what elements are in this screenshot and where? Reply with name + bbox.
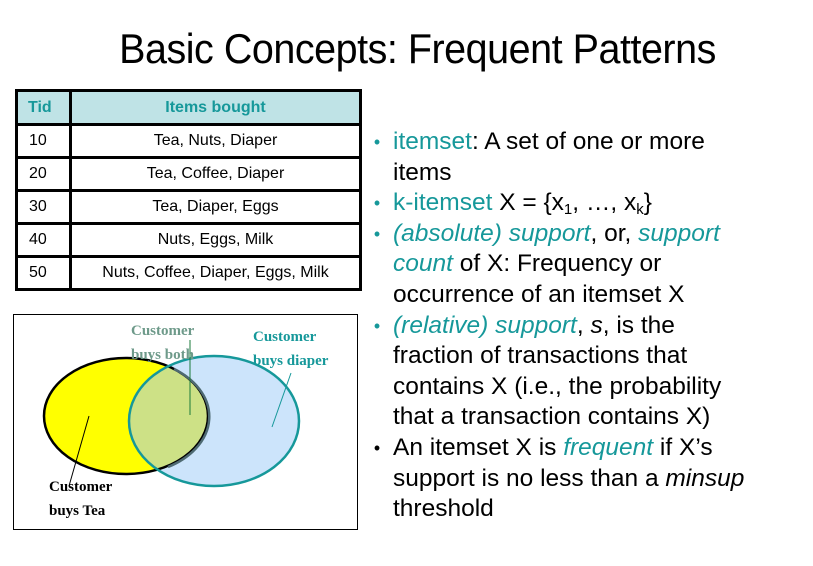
label-customer-buys-tea: Customer buys Tea [49,479,113,519]
bullet-itemset: • itemset: A set of one or more items [367,127,807,188]
cell-tid: 40 [15,222,72,258]
bullet-dot-icon: • [373,315,381,336]
venn-diagram: Customer buys both Customer buys diaper … [13,314,358,530]
cell-tid: 10 [15,123,72,159]
table-row: 30 Tea, Diaper, Eggs [15,189,362,225]
cell-items: Tea, Nuts, Diaper [69,123,362,159]
header-tid: Tid [15,89,72,126]
bullet-dot-icon: • [373,437,381,458]
header-items-bought: Items bought [69,89,362,126]
cell-items: Tea, Coffee, Diaper [69,156,362,192]
bullet-dot-icon: • [373,193,381,214]
cell-tid: 50 [15,255,72,291]
slide-title: Basic Concepts: Frequent Patterns [119,25,716,72]
label-customer-buys-diaper: Customer buys diaper [253,329,329,369]
table-row: 40 Nuts, Eggs, Milk [15,222,362,258]
table-row: 50 Nuts, Coffee, Diaper, Eggs, Milk [15,255,362,291]
bullet-relative-support: • (relative) support, s, is the fraction… [367,311,807,433]
bullet-frequent-itemset: • An itemset X is frequent if X’s suppor… [367,433,807,525]
table-header-row: Tid Items bought [15,89,362,126]
bullet-absolute-support: • (absolute) support, or, support count … [367,219,807,311]
bullet-dot-icon: • [373,223,381,244]
label-customer-buys-both: Customer buys both [131,323,195,363]
cell-items: Nuts, Coffee, Diaper, Eggs, Milk [69,255,362,291]
transactions-table: Tid Items bought 10 Tea, Nuts, Diaper 20… [15,89,362,291]
cell-items: Tea, Diaper, Eggs [69,189,362,225]
cell-items: Nuts, Eggs, Milk [69,222,362,258]
table-row: 10 Tea, Nuts, Diaper [15,123,362,159]
cell-tid: 30 [15,189,72,225]
cell-tid: 20 [15,156,72,192]
bullet-k-itemset: • k-itemset X = {x1, …, xk} [367,188,807,219]
definitions-list: • itemset: A set of one or more items • … [367,127,807,525]
table-row: 20 Tea, Coffee, Diaper [15,156,362,192]
bullet-dot-icon: • [373,132,381,152]
